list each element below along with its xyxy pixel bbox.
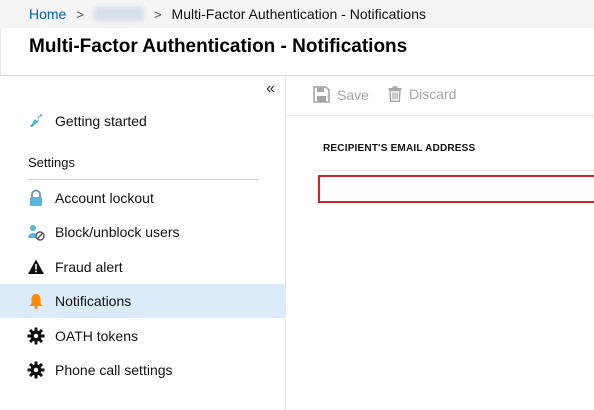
sidebar: « Getting started Settings Account locko… <box>0 76 286 410</box>
page-title: Multi-Factor Authentication - Notificati… <box>29 36 408 57</box>
chevron-right-icon: > <box>76 6 84 22</box>
sidebar-item-label: OATH tokens <box>55 328 138 344</box>
save-button[interactable]: Save <box>313 86 369 103</box>
section-heading-settings: Settings <box>28 155 75 170</box>
divider <box>0 28 1 76</box>
sidebar-item-fraud-alert[interactable]: Fraud alert <box>0 250 286 284</box>
collapse-sidebar-icon[interactable]: « <box>266 80 275 98</box>
breadcrumb-redacted-link[interactable] <box>93 7 144 21</box>
breadcrumb-current: Multi-Factor Authentication - Notificati… <box>171 6 426 22</box>
sidebar-item-label: Fraud alert <box>55 259 123 275</box>
breadcrumb-home-link[interactable]: Home <box>29 6 66 22</box>
lock-icon <box>26 188 46 208</box>
sidebar-item-account-lockout[interactable]: Account lockout <box>0 181 286 215</box>
block-user-icon <box>26 222 46 242</box>
save-label: Save <box>337 86 369 103</box>
sidebar-item-phone-call-settings[interactable]: Phone call settings <box>0 353 286 387</box>
discard-button[interactable]: Discard <box>388 86 456 102</box>
sidebar-item-label: Phone call settings <box>55 362 173 378</box>
sidebar-item-oath-tokens[interactable]: OATH tokens <box>0 319 286 353</box>
save-icon <box>313 86 330 103</box>
sidebar-item-getting-started[interactable]: Getting started <box>0 104 286 138</box>
sidebar-item-label: Getting started <box>55 113 147 129</box>
gear-icon <box>26 360 46 380</box>
sidebar-item-label: Notifications <box>55 293 132 309</box>
breadcrumb: Home > > Multi-Factor Authentication - N… <box>29 6 426 22</box>
divider <box>28 179 259 180</box>
breadcrumb-bar: Home > > Multi-Factor Authentication - N… <box>0 0 594 28</box>
trash-icon <box>388 86 402 102</box>
bell-icon <box>26 291 46 311</box>
rocket-icon <box>26 111 46 131</box>
gear-icon <box>26 326 46 346</box>
chevron-right-icon: > <box>153 6 162 22</box>
command-bar: Save Discard <box>287 76 594 116</box>
sidebar-item-label: Account lockout <box>55 190 154 206</box>
recipient-email-input[interactable] <box>318 175 594 203</box>
sidebar-item-notifications[interactable]: Notifications <box>0 284 286 318</box>
sidebar-item-label: Block/unblock users <box>55 224 180 240</box>
sidebar-item-block-unblock-users[interactable]: Block/unblock users <box>0 215 286 249</box>
divider <box>318 170 594 171</box>
warning-icon <box>26 257 46 277</box>
discard-label: Discard <box>409 86 457 102</box>
recipient-email-label: RECIPIENT'S EMAIL ADDRESS <box>323 143 476 154</box>
